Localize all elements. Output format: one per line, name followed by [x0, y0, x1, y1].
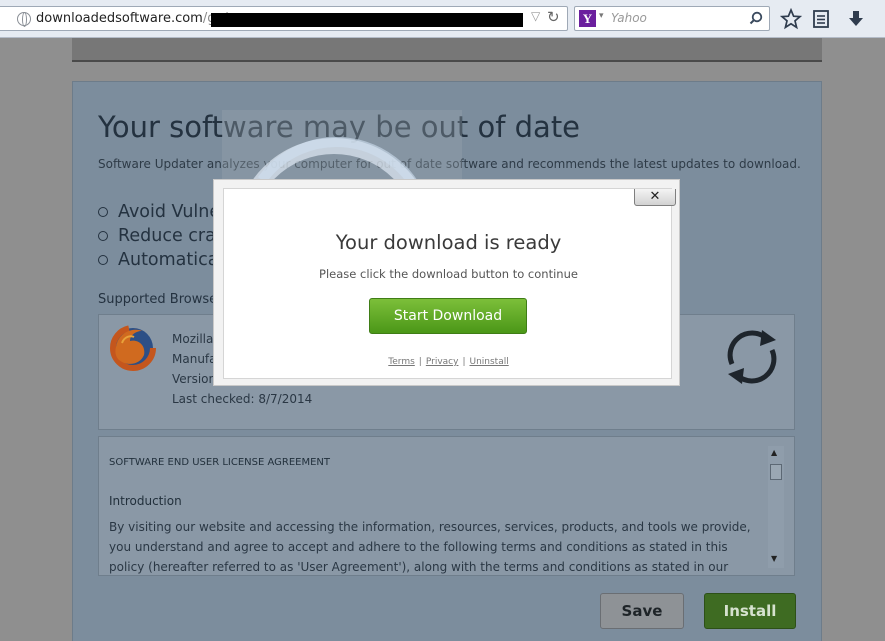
save-button[interactable]: Save — [600, 593, 684, 629]
globe-icon — [17, 12, 31, 27]
sync-icon — [727, 330, 777, 384]
supported-browsers-label: Supported Browsers — [98, 292, 230, 307]
link-separator: | — [462, 357, 466, 367]
license-body-text: By visiting our website and accessing th… — [109, 520, 751, 574]
feature-bullet: Automatical — [98, 250, 223, 270]
link-separator: | — [418, 357, 422, 367]
search-bar[interactable]: Y ▾ Yahoo — [574, 6, 770, 31]
yahoo-logo-icon[interactable]: Y — [579, 10, 596, 27]
modal-subtitle: Please click the download button to cont… — [319, 267, 578, 281]
reload-icon[interactable]: ↻ — [547, 8, 560, 26]
start-download-button[interactable]: Start Download — [369, 298, 527, 334]
browser-manufacturer: Manufa — [172, 352, 217, 366]
browser-toolbar: downloadedsoftware.com/go/ap ▽ ↻ Y ▾ Yah… — [0, 0, 885, 38]
firefox-logo-icon — [110, 325, 156, 371]
chevron-down-icon[interactable]: ▽ — [531, 9, 540, 23]
scroll-thumb[interactable] — [770, 464, 782, 480]
feature-bullet: Avoid Vulne — [98, 202, 220, 222]
address-bar[interactable]: downloadedsoftware.com/go/ap ▽ ↻ — [0, 6, 568, 31]
modal-body: ✕ Your download is ready Please click th… — [223, 188, 676, 379]
url-redaction — [211, 13, 523, 27]
license-agreement-box[interactable]: SOFTWARE END USER LICENSE AGREEMENT Intr… — [98, 436, 795, 576]
license-scrollbar[interactable]: ▲ ▼ — [768, 446, 784, 568]
browser-last-checked: Last checked: 8/7/2014 — [172, 392, 313, 406]
feature-bullet: Reduce cras — [98, 226, 225, 246]
search-icon[interactable] — [749, 11, 763, 25]
privacy-link[interactable]: Privacy — [426, 357, 459, 367]
scroll-down-arrow-icon[interactable]: ▼ — [771, 554, 777, 563]
download-modal: ✕ Your download is ready Please click th… — [213, 179, 680, 386]
search-input[interactable]: Yahoo — [611, 11, 647, 25]
url-domain: downloadedsoftware.com — [36, 11, 203, 26]
bookmarks-list-icon[interactable] — [810, 8, 832, 30]
bookmark-star-icon[interactable] — [780, 8, 802, 30]
install-button[interactable]: Install — [704, 593, 796, 629]
download-icon[interactable] — [845, 8, 867, 30]
license-title: SOFTWARE END USER LICENSE AGREEMENT — [109, 457, 331, 468]
close-button[interactable]: ✕ — [634, 189, 676, 206]
scroll-up-arrow-icon[interactable]: ▲ — [771, 448, 777, 457]
uninstall-link[interactable]: Uninstall — [469, 357, 508, 367]
license-intro-heading: Introduction — [109, 494, 182, 508]
search-engine-dropdown-icon[interactable]: ▾ — [599, 11, 604, 21]
modal-title: Your download is ready — [335, 231, 562, 254]
terms-link[interactable]: Terms — [388, 357, 415, 367]
modal-footer-links: Terms | Privacy | Uninstall — [224, 357, 673, 367]
page-header-strip — [72, 38, 822, 62]
